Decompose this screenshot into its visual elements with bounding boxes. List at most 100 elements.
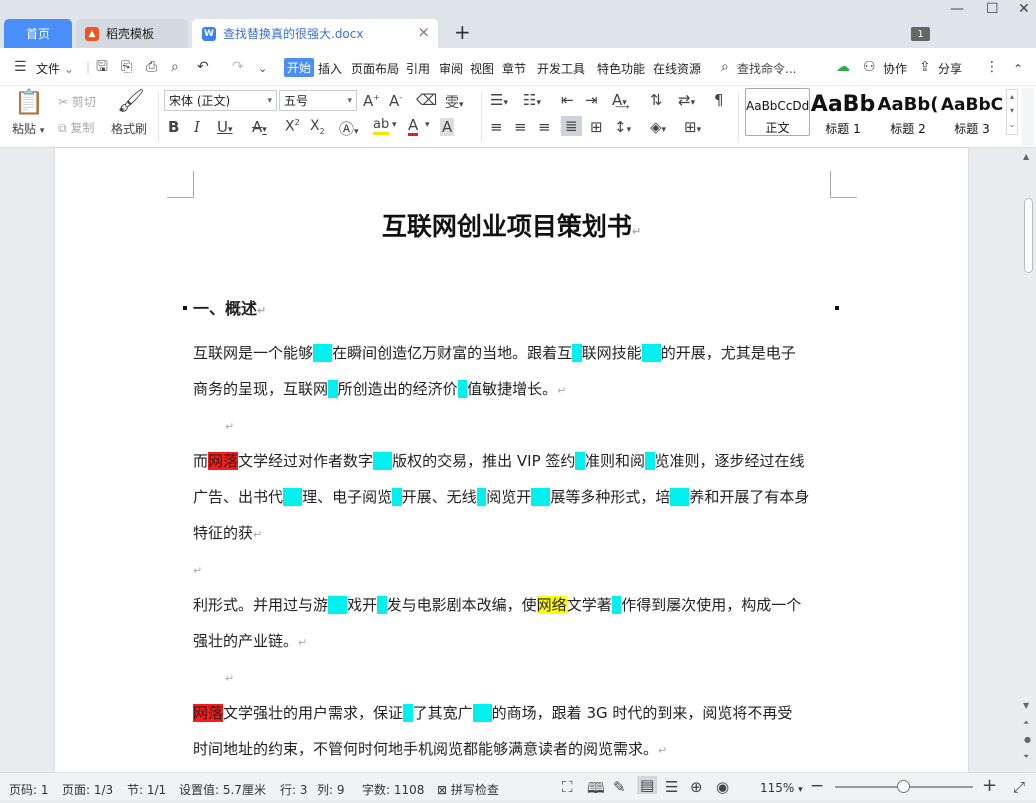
document-line[interactable]: 而网落文学经过对作者数字 版权的交易，推出 VIP 签约 准则和阅 览准则，逐步… [193, 443, 833, 479]
numbered-list-icon[interactable]: ☷▾ [523, 91, 541, 109]
undo-icon[interactable]: ↶ [197, 59, 209, 75]
collaborate-button[interactable]: 协作 [883, 60, 907, 77]
status-section[interactable]: 节: 1/1 [127, 781, 166, 798]
file-menu[interactable]: 文件 ⌄ [36, 60, 74, 77]
align-center-icon[interactable]: ≡ [514, 118, 527, 136]
document-line[interactable]: 网落文学强壮的用户需求，保证 了其宽广 的商场，跟着 3G 时代的到来，阅览将不… [193, 695, 833, 731]
window-count-badge[interactable]: 1 [911, 27, 930, 41]
fit-page-icon[interactable]: ⤢ [1013, 778, 1025, 796]
document-line[interactable]: 商务的呈现，互联网 所创造出的经济价 值敏捷增长。↵ [193, 371, 833, 407]
line-spacing-icon[interactable]: ↕▾ [614, 118, 631, 136]
share-button[interactable]: 分享 [938, 60, 962, 77]
zoom-slider-thumb[interactable] [897, 780, 910, 793]
format-painter-button[interactable]: 格式刷 [111, 120, 147, 137]
scroll-thumb[interactable] [1024, 198, 1033, 273]
text-direction-icon[interactable]: A͢▾ [612, 91, 627, 109]
ribbon-scrollbar[interactable] [1022, 88, 1034, 146]
prev-page-icon[interactable]: ⏶ [1023, 718, 1029, 728]
status-row[interactable]: 行: 3 [280, 781, 308, 798]
chevron-down-icon[interactable]: ▾ [392, 120, 397, 130]
status-pages[interactable]: 页面: 1/3 [62, 781, 113, 798]
menu-developer[interactable]: 开发工具 [537, 60, 585, 77]
share-file-icon[interactable]: ⎘ [121, 59, 132, 75]
grow-font-icon[interactable]: A+ [363, 92, 380, 110]
outline-view-icon[interactable]: ☰ [665, 778, 678, 796]
close-window-button[interactable]: ✕ [1018, 0, 1030, 18]
menu-insert[interactable]: 插入 [318, 60, 342, 77]
shrink-font-icon[interactable]: A- [389, 92, 402, 110]
document-line[interactable]: 特征的获↵ [193, 515, 833, 551]
save-icon[interactable]: 🖫 [96, 59, 108, 75]
format-painter-icon[interactable]: 🖌 [117, 90, 145, 114]
increase-indent-icon[interactable]: ⇥ [585, 91, 598, 109]
web-view-icon[interactable]: ⊕ [690, 778, 703, 796]
menu-references[interactable]: 引用 [406, 60, 430, 77]
status-page-number[interactable]: 页码: 1 [9, 781, 49, 798]
collapse-ribbon-icon[interactable]: ⌃ [1013, 61, 1023, 77]
status-setting[interactable]: 设置值: 5.7厘米 [179, 781, 266, 798]
highlight-color-icon[interactable]: ab [373, 117, 390, 135]
edit-mode-icon[interactable]: ✎ [613, 778, 626, 796]
menu-chapter[interactable]: 章节 [502, 60, 526, 77]
borders-icon[interactable]: ⊞▾ [684, 118, 701, 136]
read-mode-icon[interactable]: 🕮 [587, 778, 605, 803]
minimize-button[interactable]: — [950, 0, 964, 18]
menu-review[interactable]: 审阅 [439, 60, 463, 77]
phonetic-guide-icon[interactable]: 雯▾ [445, 92, 464, 112]
scroll-up-icon[interactable]: ▲ [1023, 152, 1029, 161]
clear-format-icon[interactable]: ⌫ [416, 91, 437, 109]
copy-button[interactable]: ⧉ 复制 [58, 119, 94, 136]
print-preview-icon[interactable]: ⌕ [171, 59, 179, 75]
maximize-button[interactable]: ☐ [986, 0, 999, 18]
text-effect-icon[interactable]: Ⓐ▾ [339, 118, 359, 139]
cloud-sync-icon[interactable]: ☁ [836, 59, 850, 75]
document-line[interactable]: 广告、出书代 理、电子阅览 开展、无线 阅览开 展等多种形式，培 养和开展了有本… [193, 479, 833, 515]
style-gallery-scroller[interactable]: ▴ ▾ ⌄ [1006, 89, 1018, 135]
print-icon[interactable]: ⎙ [146, 59, 157, 75]
align-left-icon[interactable]: ≡ [490, 118, 503, 136]
underline-icon[interactable]: U▾ [217, 118, 233, 136]
customize-toolbar-icon[interactable]: ⌄ [258, 61, 267, 77]
style-heading-3[interactable]: AaBbC 标题 3 [940, 88, 1004, 136]
font-size-select[interactable]: 五号 ▾ [279, 90, 357, 111]
menu-page-layout[interactable]: 页面布局 [351, 60, 399, 77]
status-word-count[interactable]: 字数: 1108 [362, 781, 424, 798]
zoom-level[interactable]: 115% ▾ [760, 781, 803, 795]
tab-document[interactable]: W 查找替换真的很强大.docx × [192, 19, 438, 48]
menu-view[interactable]: 视图 [470, 60, 494, 77]
document-title[interactable]: 互联网创业项目策划书↵ [55, 207, 968, 243]
menu-features[interactable]: 特色功能 [597, 60, 645, 77]
document-body[interactable]: 互联网是一个能够 在瞬间创造亿万财富的当地。跟着互 联网技能 的开展，尤其是电子… [193, 335, 833, 767]
distribute-icon[interactable]: ⊞ [590, 118, 603, 136]
style-normal[interactable]: AaBbCcDd 正文 [745, 88, 810, 136]
justify-icon[interactable]: ≣ [561, 116, 582, 136]
document-line[interactable]: 强壮的产业链。↵ [193, 623, 833, 659]
section-heading[interactable]: 一、概述↵ [193, 295, 266, 319]
tab-templates[interactable]: ▲ 稻壳模板 [76, 19, 188, 48]
document-line[interactable]: ↵ [193, 551, 833, 587]
style-heading-1[interactable]: AaBb 标题 1 [810, 88, 876, 136]
menu-start[interactable]: 开始 [284, 58, 315, 77]
shading-icon[interactable]: ◈▾ [650, 118, 666, 136]
page-view-icon[interactable]: ▤ [637, 776, 658, 794]
document-line[interactable]: ↵ [193, 407, 833, 443]
zoom-out-icon[interactable]: − [810, 776, 824, 796]
decrease-indent-icon[interactable]: ⇤ [561, 91, 574, 109]
document-line[interactable]: ↵ [193, 659, 833, 695]
font-color-icon[interactable]: A [408, 117, 419, 136]
document-line[interactable]: 利形式。并用过与游 戏开 发与电影剧本改编，使网络文学著 作得到屡次使用，构成一… [193, 587, 833, 623]
show-marks-icon[interactable]: ⇄▾ [678, 91, 695, 109]
strikethrough-icon[interactable]: A▾ [252, 118, 267, 136]
document-page[interactable]: 互联网创业项目策划书↵ 一、概述↵ 互联网是一个能够 在瞬间创造亿万财富的当地。… [55, 148, 968, 772]
style-heading-2[interactable]: AaBb( 标题 2 [876, 88, 940, 136]
redo-icon[interactable]: ↷ [232, 59, 244, 75]
scroll-down-icon[interactable]: ▼ [1023, 701, 1029, 710]
tab-home[interactable]: 首页 [4, 19, 72, 48]
font-family-select[interactable]: 宋体 (正文) ▾ [164, 90, 277, 111]
sort-icon[interactable]: ⇅ [650, 91, 663, 109]
next-page-icon[interactable]: ⏷ [1023, 752, 1029, 762]
new-tab-button[interactable]: + [454, 20, 471, 44]
document-line[interactable]: 时间地址的约束，不管何时何地手机阅览都能够满意读者的阅览需求。↵ [193, 731, 833, 767]
bold-icon[interactable]: B [168, 118, 179, 136]
menu-online-resources[interactable]: 在线资源 [653, 60, 701, 77]
